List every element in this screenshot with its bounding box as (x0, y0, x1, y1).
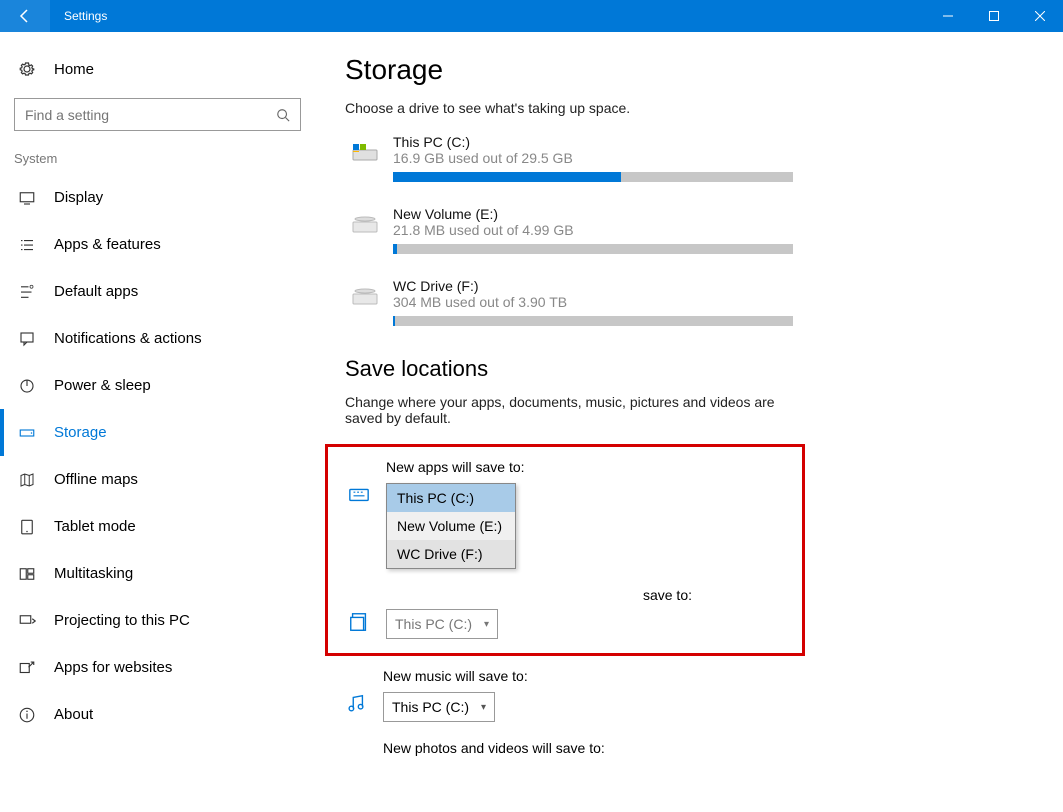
map-icon (18, 471, 40, 489)
sidebar-item-offline-maps[interactable]: Offline maps (0, 456, 315, 503)
documents-save-label: save to: (386, 587, 782, 603)
sidebar-item-label: Multitasking (54, 565, 133, 582)
music-icon (345, 692, 373, 714)
drive-name: New Volume (E:) (393, 206, 793, 222)
window-title: Settings (64, 9, 107, 23)
drive-bar (393, 172, 793, 182)
sidebar-item-projecting[interactable]: Projecting to this PC (0, 597, 315, 644)
sidebar-item-label: Projecting to this PC (54, 612, 190, 629)
drive-row-f[interactable]: WC Drive (F:) 304 MB used out of 3.90 TB (345, 278, 1033, 326)
highlighted-annotation: New apps will save to: This PC (C:) New … (325, 444, 805, 656)
sidebar-item-notifications[interactable]: Notifications & actions (0, 315, 315, 362)
save-locations-heading: Save locations (345, 356, 1033, 382)
display-icon (18, 189, 40, 207)
apps-save-label: New apps will save to: (386, 459, 782, 475)
home-link[interactable]: Home (0, 50, 315, 88)
sidebar: Home System Display Apps & features Defa… (0, 32, 315, 812)
page-subtitle: Choose a drive to see what's taking up s… (345, 100, 1033, 116)
drive-bar (393, 316, 793, 326)
chevron-down-icon: ▾ (481, 702, 486, 713)
search-input[interactable] (25, 107, 276, 123)
titlebar: Settings (0, 0, 1063, 32)
sidebar-item-label: About (54, 706, 93, 723)
sidebar-item-apps-websites[interactable]: Apps for websites (0, 644, 315, 691)
page-heading: Storage (345, 54, 1033, 86)
drive-usage: 16.9 GB used out of 29.5 GB (393, 150, 793, 166)
info-icon (18, 706, 40, 724)
music-save-combo[interactable]: This PC (C:) ▾ (383, 692, 495, 722)
sidebar-item-label: Apps for websites (54, 659, 172, 676)
sidebar-item-label: Notifications & actions (54, 330, 202, 347)
category-label: System (0, 145, 315, 174)
search-icon (276, 108, 290, 122)
sidebar-item-power-sleep[interactable]: Power & sleep (0, 362, 315, 409)
sidebar-item-label: Power & sleep (54, 377, 151, 394)
drive-usage: 304 MB used out of 3.90 TB (393, 294, 793, 310)
home-label: Home (54, 61, 94, 78)
tablet-icon (18, 518, 40, 536)
sidebar-item-storage[interactable]: Storage (0, 409, 315, 456)
drive-icon (345, 210, 385, 240)
project-icon (18, 612, 40, 630)
minimize-button[interactable] (925, 0, 971, 32)
defaults-icon (18, 283, 40, 301)
list-icon (18, 236, 40, 254)
window-controls (925, 0, 1063, 32)
sidebar-item-about[interactable]: About (0, 691, 315, 738)
drive-name: WC Drive (F:) (393, 278, 793, 294)
sidebar-item-label: Storage (54, 424, 107, 441)
photos-save-label: New photos and videos will save to: (383, 740, 1033, 756)
storage-icon (18, 424, 40, 442)
sidebar-item-apps-features[interactable]: Apps & features (0, 221, 315, 268)
sidebar-item-label: Apps & features (54, 236, 161, 253)
search-box[interactable] (14, 98, 301, 131)
drive-bar (393, 244, 793, 254)
documents-icon (348, 611, 376, 633)
dropdown-option[interactable]: New Volume (E:) (387, 512, 515, 540)
sidebar-item-display[interactable]: Display (0, 174, 315, 221)
gear-icon (18, 60, 40, 78)
documents-save-combo[interactable]: This PC (C:) ▾ (386, 609, 498, 639)
apps-icon (348, 483, 376, 505)
link-icon (18, 659, 40, 677)
dropdown-option[interactable]: WC Drive (F:) (387, 540, 515, 568)
sidebar-item-label: Tablet mode (54, 518, 136, 535)
multitask-icon (18, 565, 40, 583)
main-content: Storage Choose a drive to see what's tak… (315, 32, 1063, 812)
dropdown-option[interactable]: This PC (C:) (387, 484, 515, 512)
drive-usage: 21.8 MB used out of 4.99 GB (393, 222, 793, 238)
power-icon (18, 377, 40, 395)
maximize-button[interactable] (971, 0, 1017, 32)
drive-row-e[interactable]: New Volume (E:) 21.8 MB used out of 4.99… (345, 206, 1033, 254)
sidebar-item-label: Default apps (54, 283, 138, 300)
back-button[interactable] (0, 0, 50, 32)
chevron-down-icon: ▾ (484, 619, 489, 630)
drive-icon (345, 282, 385, 312)
drive-row-c[interactable]: This PC (C:) 16.9 GB used out of 29.5 GB (345, 134, 1033, 182)
notification-icon (18, 330, 40, 348)
sidebar-item-label: Offline maps (54, 471, 138, 488)
drive-name: This PC (C:) (393, 134, 793, 150)
save-locations-subtitle: Change where your apps, documents, music… (345, 394, 775, 426)
sidebar-item-default-apps[interactable]: Default apps (0, 268, 315, 315)
sidebar-item-tablet-mode[interactable]: Tablet mode (0, 503, 315, 550)
drive-icon (345, 138, 385, 168)
music-save-label: New music will save to: (383, 668, 1033, 684)
apps-save-dropdown[interactable]: This PC (C:) New Volume (E:) WC Drive (F… (386, 483, 516, 569)
sidebar-item-label: Display (54, 189, 103, 206)
close-button[interactable] (1017, 0, 1063, 32)
sidebar-item-multitasking[interactable]: Multitasking (0, 550, 315, 597)
